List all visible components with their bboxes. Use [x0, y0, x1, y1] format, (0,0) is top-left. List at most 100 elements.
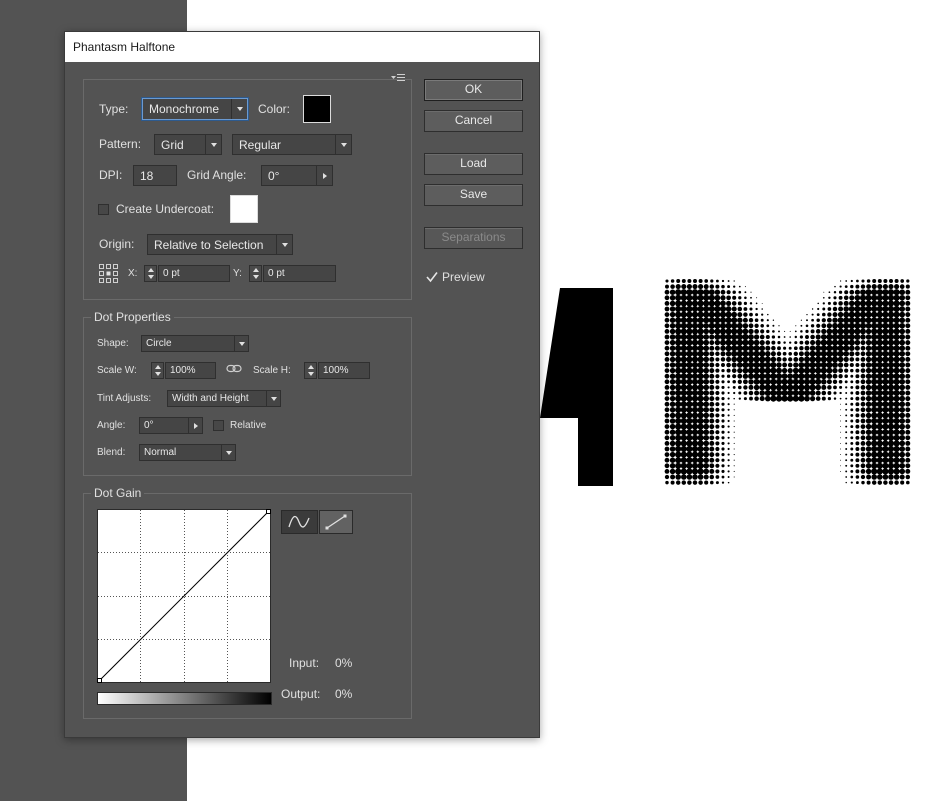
preview-checkbox[interactable] [426, 271, 438, 283]
halftone-dot [872, 279, 877, 283]
halftone-dot [766, 319, 769, 322]
type-dropdown[interactable]: Monochrome [142, 98, 248, 120]
halftone-dot [876, 406, 883, 413]
halftone-dot [899, 418, 906, 424]
halftone-dot [687, 279, 692, 283]
halftone-dot [893, 361, 900, 369]
halftone-dot [882, 328, 889, 335]
x-stepper[interactable] [144, 265, 157, 282]
halftone-dot [803, 389, 811, 397]
origin-label: Origin: [99, 237, 135, 251]
link-icon[interactable] [226, 363, 242, 375]
halftone-letter-m [664, 279, 911, 485]
halftone-dot [697, 474, 704, 480]
chevron-down-icon [231, 99, 247, 119]
halftone-dot [887, 322, 895, 329]
relative-checkbox[interactable] [213, 420, 224, 431]
halftone-dot [738, 296, 742, 300]
halftone-dot [860, 351, 866, 357]
halftone-dot [810, 334, 815, 340]
color-swatch[interactable] [303, 95, 331, 123]
chevron-right-icon[interactable] [188, 418, 202, 433]
halftone-dot [883, 480, 888, 485]
undercoat-color-swatch[interactable] [230, 195, 258, 223]
halftone-dot [691, 429, 699, 436]
pattern-mode-dropdown[interactable]: Regular [232, 134, 352, 155]
halftone-dot [877, 284, 883, 290]
create-undercoat-checkbox[interactable] [98, 204, 109, 215]
halftone-dot [845, 459, 848, 462]
halftone-dot [893, 350, 900, 357]
reference-point-icon[interactable] [98, 263, 118, 283]
halftone-dot [753, 345, 760, 352]
halftone-dot [776, 356, 782, 362]
halftone-dot [821, 328, 827, 335]
halftone-dot [686, 429, 693, 436]
scale-w-stepper[interactable] [151, 362, 164, 379]
dot-gain-curve-graph[interactable] [97, 509, 272, 684]
halftone-dot [708, 317, 715, 324]
halftone-dot [669, 379, 676, 385]
halftone-dot [827, 385, 832, 390]
halftone-dot [893, 401, 900, 408]
color-label: Color: [258, 102, 291, 116]
halftone-dot [697, 322, 704, 329]
load-button[interactable]: Load [424, 153, 523, 175]
curve-smooth-button[interactable] [281, 510, 318, 534]
halftone-dot [843, 300, 849, 306]
tint-adjusts-dropdown[interactable]: Width and Height [167, 390, 281, 407]
save-button[interactable]: Save [424, 184, 523, 206]
angle-input[interactable]: 0° [139, 417, 203, 434]
separations-button[interactable]: Separations [424, 227, 523, 249]
pattern-dropdown[interactable]: Grid [154, 134, 222, 155]
halftone-dot [715, 430, 720, 435]
halftone-dot [850, 419, 854, 423]
halftone-dot [900, 279, 905, 283]
halftone-dot [686, 289, 693, 296]
halftone-dot [855, 284, 860, 289]
scale-w-input[interactable]: 100% [165, 362, 216, 379]
halftone-dot [837, 328, 844, 335]
halftone-dot [876, 317, 883, 324]
halftone-dot [887, 339, 895, 346]
halftone-dot [899, 289, 906, 296]
dpi-input[interactable]: 18 [133, 165, 177, 186]
halftone-dot [905, 379, 911, 385]
halftone-dot [843, 345, 850, 352]
shape-dropdown[interactable]: Circle [141, 335, 249, 352]
cancel-button[interactable]: Cancel [424, 110, 523, 132]
curve-linear-button[interactable] [319, 510, 353, 534]
ok-button[interactable]: OK [424, 79, 523, 101]
halftone-dot [876, 451, 883, 458]
halftone-dot [709, 334, 715, 340]
halftone-dot [704, 480, 709, 485]
blend-dropdown[interactable]: Normal [139, 444, 236, 461]
halftone-dot [686, 367, 693, 374]
halftone-dot [905, 452, 911, 458]
scale-w-label: Scale W: [97, 365, 137, 376]
halftone-dot [882, 373, 889, 380]
scale-h-stepper[interactable] [304, 362, 317, 379]
halftone-dot [680, 350, 687, 357]
halftone-dot [899, 322, 906, 329]
halftone-dot [838, 301, 843, 306]
halftone-dot [865, 435, 872, 441]
x-input[interactable]: 0 pt [158, 265, 230, 282]
halftone-dot [805, 324, 809, 328]
scale-h-input[interactable]: 100% [318, 362, 370, 379]
halftone-dot [876, 350, 883, 357]
output-value: 0% [335, 687, 353, 701]
y-stepper[interactable] [249, 265, 262, 282]
y-input[interactable]: 0 pt [263, 265, 336, 282]
halftone-dot [803, 367, 811, 374]
origin-dropdown[interactable]: Relative to Selection [147, 234, 293, 255]
grid-angle-input[interactable]: 0° [261, 165, 333, 186]
halftone-dot [876, 423, 883, 430]
chevron-right-icon[interactable] [316, 166, 332, 185]
halftone-dot [887, 378, 895, 385]
halftone-dot [871, 434, 878, 441]
chevron-down-icon [221, 445, 235, 460]
flyout-menu-icon[interactable] [390, 73, 406, 83]
halftone-dot [860, 418, 866, 424]
halftone-dot [686, 333, 693, 341]
